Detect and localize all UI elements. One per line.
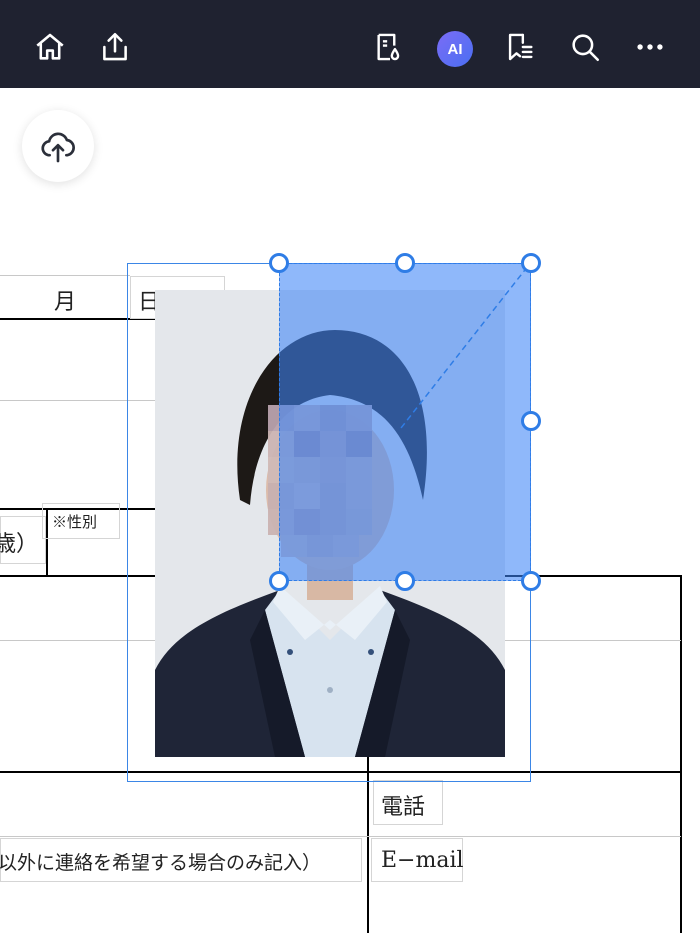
table-line bbox=[0, 836, 681, 837]
cloud-upload-icon bbox=[41, 132, 75, 163]
ai-assistant-button[interactable]: AI bbox=[437, 31, 473, 67]
contact-note: 以外に連絡を希望する場合のみ記入） bbox=[0, 852, 322, 874]
search-icon[interactable] bbox=[563, 25, 607, 69]
share-icon[interactable] bbox=[93, 25, 137, 69]
top-toolbar: AI bbox=[0, 0, 700, 88]
ai-label: AI bbox=[447, 40, 463, 58]
home-icon[interactable] bbox=[28, 25, 72, 69]
resize-handle-right[interactable] bbox=[521, 411, 541, 431]
bookmark-list-icon[interactable] bbox=[498, 25, 542, 69]
table-line bbox=[505, 640, 681, 641]
resize-handle-top-right[interactable] bbox=[521, 253, 541, 273]
crop-rectangle[interactable] bbox=[279, 263, 531, 581]
table-line bbox=[367, 757, 369, 933]
resize-handle-top[interactable] bbox=[395, 253, 415, 273]
month-label: 月 bbox=[54, 290, 77, 315]
resize-handle-bottom[interactable] bbox=[395, 571, 415, 591]
resize-handle-bottom-left[interactable] bbox=[269, 571, 289, 591]
age-label: 歳） bbox=[0, 532, 39, 557]
cloud-upload-button[interactable] bbox=[22, 110, 94, 182]
email-label: E−mail bbox=[381, 848, 464, 873]
resize-handle-top-left[interactable] bbox=[269, 253, 289, 273]
table-line bbox=[0, 275, 130, 276]
table-line bbox=[680, 575, 682, 933]
gender-label: ※性別 bbox=[52, 513, 98, 531]
more-icon[interactable] bbox=[628, 25, 672, 69]
reader-mode-icon[interactable] bbox=[368, 25, 412, 69]
resize-handle-bottom-right[interactable] bbox=[521, 571, 541, 591]
phone-label: 電話 bbox=[381, 795, 426, 820]
